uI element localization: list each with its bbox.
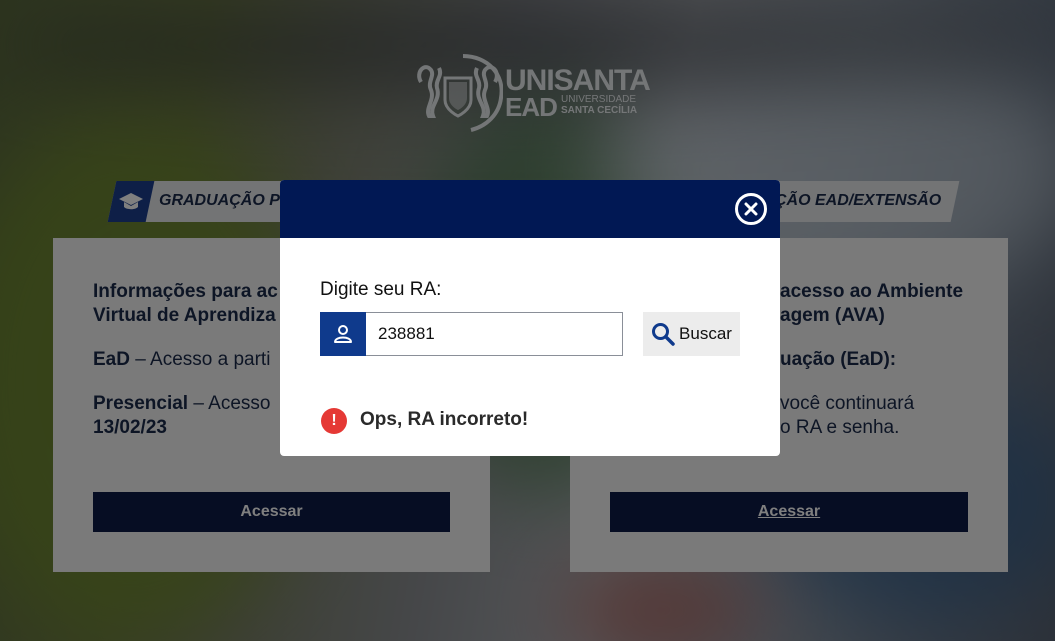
ra-input-group — [320, 312, 623, 356]
error-message: Ops, RA incorreto! — [360, 409, 529, 430]
ra-lookup-modal: Digite seu RA: Buscar ! Ops, RA incorret… — [280, 180, 780, 456]
search-button[interactable]: Buscar — [643, 312, 740, 356]
error-alert-icon: ! — [321, 408, 347, 434]
close-button[interactable] — [735, 193, 767, 225]
modal-header — [280, 180, 780, 238]
ra-label: Digite seu RA: — [320, 279, 442, 300]
search-icon — [652, 323, 675, 346]
ra-icon-box — [320, 312, 366, 356]
user-icon — [334, 325, 352, 343]
search-button-label: Buscar — [679, 324, 732, 343]
ra-input[interactable] — [366, 312, 623, 356]
close-icon — [744, 202, 758, 216]
